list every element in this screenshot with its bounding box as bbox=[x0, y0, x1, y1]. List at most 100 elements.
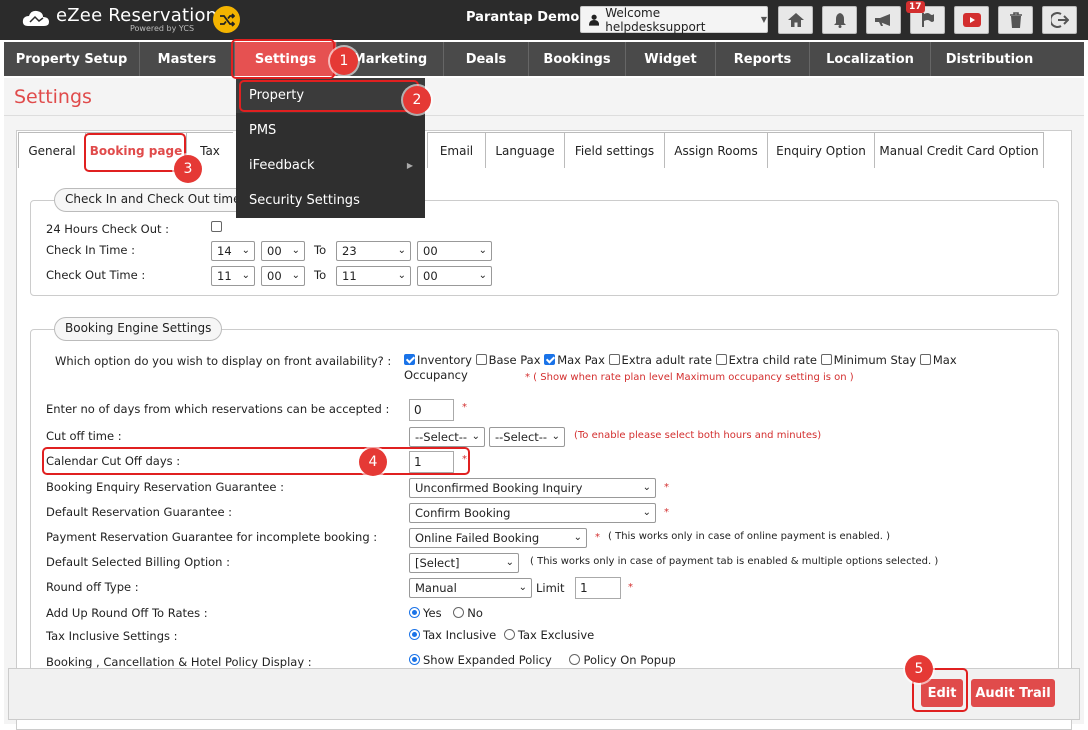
home-button[interactable] bbox=[778, 6, 813, 34]
checkout-minute-select[interactable]: 00 ⌄ bbox=[261, 266, 305, 286]
days-input[interactable]: 0 bbox=[409, 399, 454, 421]
cutoff-note: (To enable please select both hours and … bbox=[574, 430, 822, 441]
notification-count-badge: 17 bbox=[906, 1, 925, 13]
chevron-down-icon: ▼ bbox=[760, 15, 767, 24]
callout-box-settings bbox=[231, 39, 335, 79]
checkout-to-hour-select[interactable]: 11 ⌄ bbox=[336, 266, 411, 286]
payment-note: ( This works only in case of online paym… bbox=[608, 531, 890, 542]
nav-deals[interactable]: Deals bbox=[444, 42, 529, 76]
tax-exclusive-radio[interactable] bbox=[503, 629, 515, 640]
nav-property-setup[interactable]: Property Setup bbox=[4, 42, 140, 76]
user-menu[interactable]: Welcome helpdesksupport ▼ bbox=[580, 5, 768, 34]
nav-masters[interactable]: Masters bbox=[140, 42, 235, 76]
home-icon bbox=[787, 13, 804, 27]
round-off-label: Round off Type : bbox=[46, 580, 139, 594]
step-marker-5: 5 bbox=[905, 655, 933, 683]
checkin-checkout-legend: Check In and Check Out time se bbox=[54, 188, 254, 212]
youtube-button[interactable] bbox=[954, 6, 989, 34]
logout-icon bbox=[1050, 12, 1069, 28]
add-up-round-off-options: Yes No bbox=[409, 606, 483, 620]
max-occupancy-checkbox[interactable] bbox=[919, 354, 931, 365]
checkin-time-label: Check In Time : bbox=[46, 243, 136, 257]
limit-label: Limit bbox=[536, 581, 565, 595]
chevron-down-icon: ⌄ bbox=[573, 532, 582, 543]
extra-child-rate-checkbox[interactable] bbox=[715, 354, 727, 365]
required-star: * bbox=[664, 507, 669, 518]
announcements-button[interactable] bbox=[866, 6, 901, 34]
checkout-time-label: Check Out Time : bbox=[46, 268, 146, 282]
nav-distribution[interactable]: Distribution bbox=[931, 42, 1048, 76]
checkout-to-minute-select[interactable]: 00 ⌄ bbox=[417, 266, 492, 286]
nav-bookings[interactable]: Bookings bbox=[529, 42, 626, 76]
checkout-hour-select[interactable]: 11 ⌄ bbox=[211, 266, 255, 286]
round-off-no-radio[interactable] bbox=[453, 607, 465, 618]
checkin-to-minute-select[interactable]: 00 ⌄ bbox=[417, 241, 492, 261]
inventory-checkbox[interactable] bbox=[404, 354, 415, 365]
enquiry-guarantee-label: Booking Enquiry Reservation Guarantee : bbox=[46, 480, 284, 494]
menu-item-pms[interactable]: PMS bbox=[236, 113, 425, 148]
checkin-to-hour-select[interactable]: 23 ⌄ bbox=[336, 241, 411, 261]
menu-item-ifeedback[interactable]: iFeedback ▶ bbox=[236, 148, 425, 183]
tax-inclusive-label: Tax Inclusive Settings : bbox=[46, 629, 178, 643]
tab-language[interactable]: Language bbox=[485, 132, 565, 168]
show-expanded-policy-radio[interactable] bbox=[409, 654, 420, 665]
round-off-select[interactable]: Manual ⌄ bbox=[409, 578, 532, 598]
billing-option-select[interactable]: [Select] ⌄ bbox=[409, 553, 519, 573]
round-off-yes-radio[interactable] bbox=[409, 607, 420, 618]
audit-trail-button[interactable]: Audit Trail bbox=[971, 679, 1055, 707]
required-star: * bbox=[628, 582, 633, 593]
add-up-round-off-label: Add Up Round Off To Rates : bbox=[46, 606, 208, 620]
tab-general[interactable]: General bbox=[18, 132, 86, 168]
tab-field-settings[interactable]: Field settings bbox=[564, 132, 665, 168]
tax-inclusive-radio[interactable] bbox=[409, 629, 420, 640]
base-pax-checkbox[interactable] bbox=[475, 354, 487, 365]
chevron-right-icon: ▶ bbox=[406, 161, 413, 170]
menu-item-security-settings[interactable]: Security Settings bbox=[236, 183, 425, 218]
nav-widget[interactable]: Widget bbox=[626, 42, 716, 76]
minimum-stay-checkbox[interactable] bbox=[820, 354, 832, 365]
cutoff-minutes-select[interactable]: --Select-- ⌄ bbox=[489, 427, 565, 447]
chevron-down-icon: ⌄ bbox=[291, 270, 300, 281]
tab-manual-credit-card-option[interactable]: Manual Credit Card Option bbox=[874, 132, 1044, 168]
extra-adult-rate-checkbox[interactable] bbox=[608, 354, 620, 365]
chevron-down-icon: ⌄ bbox=[241, 270, 250, 281]
tab-assign-rooms[interactable]: Assign Rooms bbox=[664, 132, 768, 168]
hours24-checkbox[interactable] bbox=[211, 221, 222, 232]
switch-property-icon[interactable] bbox=[213, 6, 240, 33]
enquiry-guarantee-select[interactable]: Unconfirmed Booking Inquiry ⌄ bbox=[409, 478, 656, 498]
checkin-to-label: To bbox=[314, 243, 327, 257]
checkin-minute-select[interactable]: 00 ⌄ bbox=[261, 241, 305, 261]
availability-label: Which option do you wish to display on f… bbox=[55, 354, 392, 368]
trash-button[interactable] bbox=[998, 6, 1033, 34]
tab-email[interactable]: Email bbox=[427, 132, 486, 168]
limit-input[interactable]: 1 bbox=[575, 577, 621, 599]
cutoff-time-label: Cut off time : bbox=[46, 429, 122, 443]
welcome-text: Welcome helpdesksupport bbox=[605, 5, 706, 34]
chevron-down-icon: ⌄ bbox=[551, 431, 560, 442]
chevron-down-icon: ⌄ bbox=[518, 582, 527, 593]
notifications-button[interactable] bbox=[822, 6, 857, 34]
hours24-label: 24 Hours Check Out : bbox=[46, 222, 170, 236]
step-marker-4: 4 bbox=[359, 448, 387, 476]
page-title-bar: Settings bbox=[4, 78, 1084, 116]
chevron-down-icon: ⌄ bbox=[642, 482, 651, 493]
checkin-hour-select[interactable]: 14 ⌄ bbox=[211, 241, 255, 261]
payment-guarantee-select[interactable]: Online Failed Booking ⌄ bbox=[409, 528, 587, 548]
policy-on-popup-radio[interactable] bbox=[569, 654, 581, 665]
page-title: Settings bbox=[14, 86, 92, 108]
required-star: * bbox=[462, 402, 467, 413]
chevron-down-icon: ⌄ bbox=[397, 270, 406, 281]
logout-button[interactable] bbox=[1042, 6, 1077, 34]
cutoff-hours-select[interactable]: --Select-- ⌄ bbox=[409, 427, 485, 447]
tab-enquiry-option[interactable]: Enquiry Option bbox=[767, 132, 875, 168]
max-pax-checkbox[interactable] bbox=[544, 354, 556, 365]
default-reservation-select[interactable]: Confirm Booking ⌄ bbox=[409, 503, 656, 523]
checkout-to-label: To bbox=[314, 268, 327, 282]
megaphone-icon bbox=[874, 14, 890, 26]
nav-reports[interactable]: Reports bbox=[716, 42, 810, 76]
nav-localization[interactable]: Localization bbox=[810, 42, 931, 76]
chevron-down-icon: ⌄ bbox=[478, 245, 487, 256]
chevron-down-icon: ⌄ bbox=[471, 431, 480, 442]
cloud-logo-icon bbox=[22, 10, 49, 26]
bell-icon bbox=[833, 13, 846, 28]
